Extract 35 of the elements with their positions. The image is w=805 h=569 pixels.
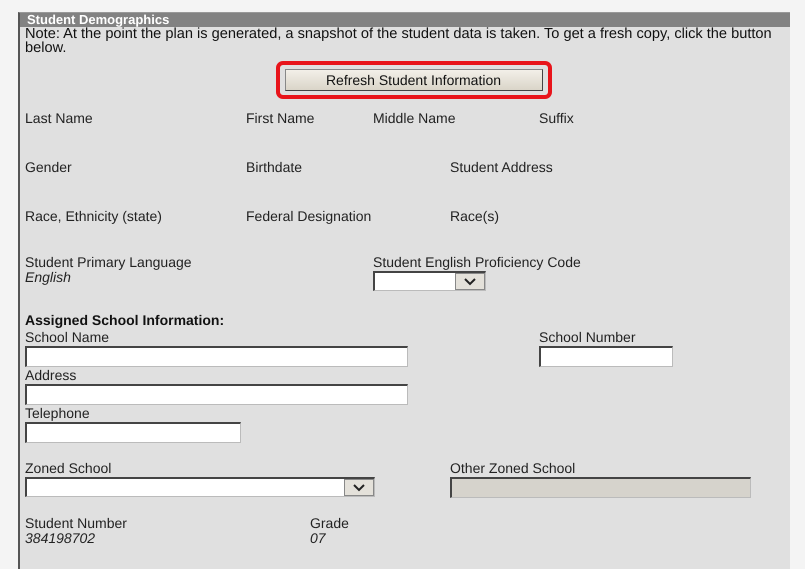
text-field[interactable] <box>25 346 408 367</box>
field-label: Telephone <box>25 406 90 421</box>
field-value: 384198702 <box>25 531 96 546</box>
field-label: Student Address <box>450 160 553 175</box>
field-label: Race(s) <box>450 209 500 224</box>
text-field[interactable] <box>25 384 408 405</box>
field-label: First Name <box>246 111 314 126</box>
panel-title: Student Demographics <box>20 13 790 27</box>
field-label: Address <box>25 368 76 383</box>
field-value: English <box>25 270 71 285</box>
field-label: Student Primary Language <box>25 255 192 270</box>
field-label: Birthdate <box>246 160 302 175</box>
section-heading: Assigned School Information: <box>25 312 224 329</box>
field-label: Grade <box>310 516 349 531</box>
field-label: Race, Ethnicity (state) <box>25 209 162 224</box>
field-label: Federal Designation <box>246 209 372 224</box>
field-value: 07 <box>310 531 326 546</box>
text-field[interactable] <box>25 422 241 443</box>
field-label: Student Number <box>25 516 127 531</box>
field-label: Gender <box>25 160 72 175</box>
field-label: Last Name <box>25 111 93 126</box>
field-label: School Number <box>539 330 636 345</box>
field-label: School Name <box>25 330 110 345</box>
field-label: Student English Proficiency Code <box>373 255 581 270</box>
field-label: Middle Name <box>373 111 456 126</box>
field-label: Suffix <box>539 111 574 126</box>
note-text: Note: At the point the plan is generated, a snapshot of the student data is taken. To get a fresh copy, click the button below. <box>25 27 773 55</box>
chevron-down-icon[interactable] <box>455 273 485 290</box>
dropdown-field[interactable] <box>25 477 375 497</box>
chevron-down-icon[interactable] <box>344 479 374 496</box>
text-field[interactable] <box>539 346 673 367</box>
refresh-button[interactable]: Refresh Student Information <box>284 69 542 91</box>
dropdown-field[interactable] <box>373 271 486 291</box>
field-label: Other Zoned School <box>450 461 576 476</box>
field-label: Zoned School <box>25 461 112 476</box>
